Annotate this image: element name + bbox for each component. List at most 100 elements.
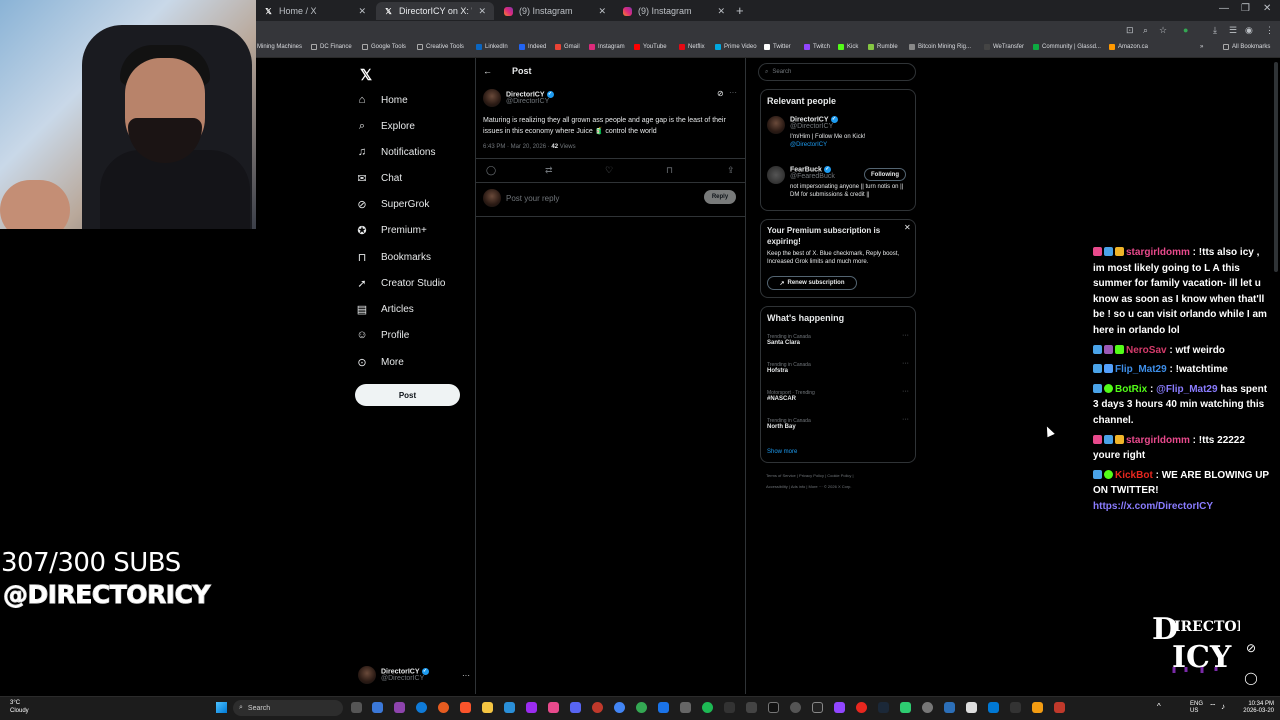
bookmark-item[interactable]: Mining Machines: [257, 44, 302, 50]
nav-item-articles[interactable]: ▤ Articles: [355, 299, 414, 319]
messages-icon[interactable]: ◯: [1241, 668, 1261, 688]
app-icon[interactable]: [526, 702, 537, 713]
trend-item[interactable]: Trending in Canada North Bay: [767, 418, 811, 430]
bookmark-item[interactable]: Creative Tools: [417, 44, 464, 50]
menu-icon[interactable]: ⋮: [1265, 25, 1274, 36]
star-icon[interactable]: ☆: [1159, 25, 1167, 36]
person-directoricy[interactable]: DirectorICY ✓ @DirectorICY I'm/Him | Foll…: [767, 116, 910, 149]
nav-item-supergrok[interactable]: ⊘ SuperGrok: [355, 194, 429, 214]
tweet-author[interactable]: DirectorICY ✓ @DirectorICY: [483, 89, 554, 107]
more-dots-icon[interactable]: ···: [729, 88, 737, 97]
windows-start-icon[interactable]: [216, 702, 227, 713]
app-icon[interactable]: [922, 702, 933, 713]
tab-directoricy-post[interactable]: 𝕏 DirectorICY on X: "@FearedBuc ✕: [376, 2, 494, 20]
task-view-icon[interactable]: [351, 702, 362, 713]
copilot-icon[interactable]: [372, 702, 383, 713]
avatar[interactable]: [767, 116, 785, 134]
bookmark-item[interactable]: Community | Glassd...: [1033, 44, 1101, 50]
following-button[interactable]: Following: [864, 168, 906, 181]
minimize-button[interactable]: —: [1219, 3, 1229, 14]
spotify-icon[interactable]: [702, 702, 713, 713]
avatar[interactable]: [483, 89, 501, 107]
app-icon[interactable]: [900, 702, 911, 713]
app-icon[interactable]: [812, 702, 823, 713]
app-icon[interactable]: [680, 702, 691, 713]
reply-icon[interactable]: ◯: [486, 165, 496, 176]
trend-item[interactable]: Trending in Canada Hofstra: [767, 362, 811, 374]
close-icon[interactable]: ✕: [598, 6, 606, 17]
bookmark-item[interactable]: Prime Video: [715, 44, 757, 50]
tray-chevron-icon[interactable]: ^: [1157, 703, 1161, 711]
profile-avatar-icon[interactable]: ◉: [1245, 25, 1253, 36]
footer-links[interactable]: Terms of Service | Privacy Policy | Cook…: [766, 473, 854, 478]
more-dots-icon[interactable]: ···: [902, 360, 909, 367]
discord-icon[interactable]: [570, 702, 581, 713]
bookmark-item[interactable]: Gmail: [555, 44, 580, 50]
bookmark-item[interactable]: Bitcoin Mining Rig...: [909, 44, 971, 50]
bookmark-item[interactable]: Google Tools: [362, 44, 406, 50]
more-dots-icon[interactable]: ···: [902, 388, 909, 395]
footer-links[interactable]: Accessibility | Ads info | More ··· © 20…: [766, 484, 852, 489]
nav-item-creator-studio[interactable]: ➚ Creator Studio: [355, 273, 445, 293]
app-icon[interactable]: [944, 702, 955, 713]
weather-widget[interactable]: 3°C Cloudy: [10, 699, 29, 715]
nav-item-home[interactable]: ⌂ Home: [355, 90, 408, 110]
more-dots-icon[interactable]: ···: [462, 671, 470, 680]
close-icon[interactable]: ✕: [478, 6, 486, 17]
bookmark-item[interactable]: Netflix: [679, 44, 705, 50]
bookmark-item[interactable]: Amazon.ca: [1109, 44, 1148, 50]
nav-item-profile[interactable]: ☺ Profile: [355, 325, 409, 345]
reply-composer[interactable]: Post your reply: [483, 189, 559, 207]
sidebar-icon[interactable]: ☰: [1229, 25, 1237, 36]
bookmark-item[interactable]: Instagram: [589, 44, 625, 50]
app-icon[interactable]: [724, 702, 735, 713]
x-icon[interactable]: [966, 702, 977, 713]
app-icon[interactable]: [636, 702, 647, 713]
taskbar-search[interactable]: ⌕ Search: [233, 700, 343, 716]
nav-item-premium[interactable]: ✪ Premium+: [355, 220, 426, 240]
steam-icon[interactable]: [878, 702, 889, 713]
grok-icon[interactable]: ⊘: [717, 89, 724, 98]
app-icon[interactable]: [592, 702, 603, 713]
nav-item-explore[interactable]: ⌕ Explore: [355, 116, 415, 136]
grok-icon[interactable]: ⊘: [1241, 638, 1261, 658]
close-icon[interactable]: ✕: [717, 6, 725, 17]
language-indicator[interactable]: ENG US: [1190, 701, 1203, 715]
app-icon[interactable]: [1010, 702, 1021, 713]
like-icon[interactable]: ♡: [605, 165, 613, 176]
app-icon[interactable]: [1054, 702, 1065, 713]
window-close-button[interactable]: ✕: [1263, 3, 1271, 14]
nav-item-notifications[interactable]: ♫ Notifications: [355, 142, 436, 162]
show-more-link[interactable]: Show more: [767, 449, 797, 455]
app-icon[interactable]: [746, 702, 757, 713]
nav-item-more[interactable]: ⊙ More: [355, 352, 403, 372]
all-bookmarks[interactable]: All Bookmarks: [1223, 44, 1270, 50]
search-input[interactable]: ⌕ Search: [758, 63, 916, 81]
app-icon[interactable]: [856, 702, 867, 713]
post-button[interactable]: Post: [355, 384, 460, 406]
bookmark-item[interactable]: Twitch: [804, 44, 830, 50]
bookmark-item[interactable]: Twitter: [764, 44, 791, 50]
bookmark-item[interactable]: YouTube: [634, 44, 667, 50]
more-dots-icon[interactable]: ···: [902, 416, 909, 423]
file-explorer-icon[interactable]: [482, 702, 493, 713]
maximize-button[interactable]: ❐: [1241, 3, 1250, 14]
app-icon[interactable]: [504, 702, 515, 713]
nav-item-bookmarks[interactable]: ⊓ Bookmarks: [355, 247, 431, 267]
trend-item[interactable]: Motorsport · Trending #NASCAR: [767, 390, 815, 402]
avatar[interactable]: [767, 166, 785, 184]
nav-item-chat[interactable]: ✉ Chat: [355, 168, 402, 188]
reply-button[interactable]: Reply: [704, 190, 736, 204]
bookmark-icon[interactable]: ⊓: [666, 165, 673, 176]
repost-icon[interactable]: ⇄: [545, 165, 553, 176]
close-icon[interactable]: ✕: [358, 6, 366, 17]
bookmark-item[interactable]: Rumble: [868, 44, 898, 50]
app-icon[interactable]: [548, 702, 559, 713]
twitch-icon[interactable]: [834, 702, 845, 713]
install-icon[interactable]: ⊡: [1126, 25, 1134, 36]
bookmark-item[interactable]: Indeed: [519, 44, 546, 50]
zoom-icon[interactable]: ⌕: [1143, 25, 1148, 36]
x-logo-icon[interactable]: 𝕏: [360, 66, 372, 84]
tab-instagram-2[interactable]: (9) Instagram ✕: [615, 2, 733, 20]
app-icon[interactable]: [394, 702, 405, 713]
